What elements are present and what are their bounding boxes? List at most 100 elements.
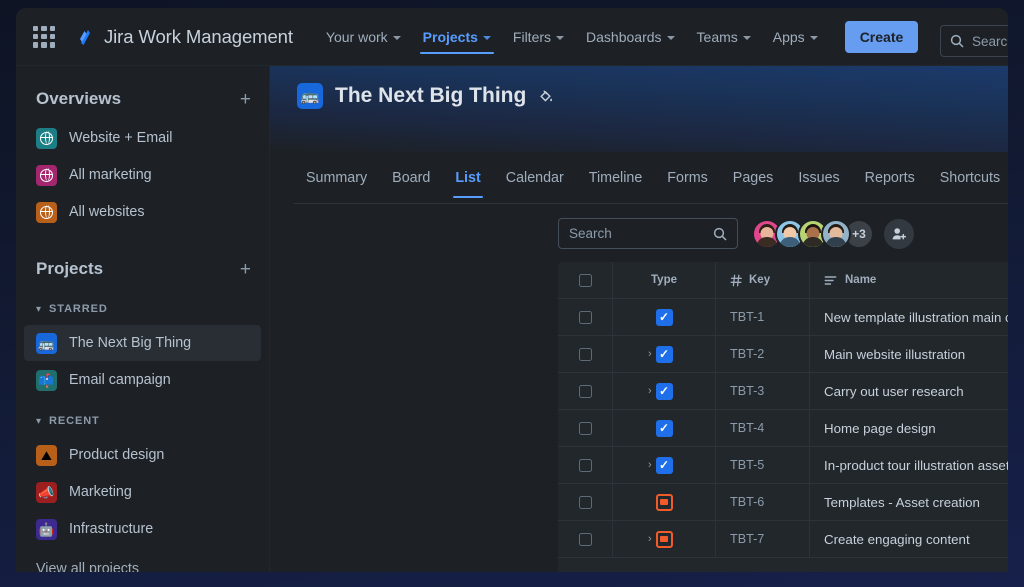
create-issue-row[interactable]: + Create xyxy=(558,558,1008,572)
plus-icon: + xyxy=(576,569,586,573)
column-header-name[interactable]: Name xyxy=(810,262,1008,298)
add-person-icon[interactable] xyxy=(884,219,914,249)
select-all-cell xyxy=(558,262,613,298)
overviews-title: Overviews xyxy=(36,89,121,109)
create-button[interactable]: Create xyxy=(845,21,919,53)
school-bus-icon: 🚌 xyxy=(297,83,323,109)
sidebar-item-email-campaign[interactable]: 📫 Email campaign xyxy=(24,362,261,398)
expand-chevron-icon[interactable]: › xyxy=(648,385,652,397)
sidebar-item-website-email[interactable]: Website + Email xyxy=(24,120,261,156)
table-row[interactable]: › TBT-7 Create engaging content TO DO xyxy=(558,521,1008,558)
row-select-cell xyxy=(558,336,613,372)
tab-board[interactable]: Board xyxy=(380,170,442,198)
bug-type-icon xyxy=(656,531,673,548)
tab-summary[interactable]: Summary xyxy=(294,170,379,198)
row-key-cell: TBT-7 xyxy=(716,521,810,557)
app-window: Jira Work Management Your work Projects … xyxy=(16,8,1008,572)
row-checkbox[interactable] xyxy=(579,385,592,398)
row-key-cell: TBT-1 xyxy=(716,299,810,335)
chevron-down-icon xyxy=(483,36,491,40)
table-row[interactable]: › TBT-3 Carry out user research TO DO xyxy=(558,373,1008,410)
search-icon xyxy=(950,34,964,48)
sidebar-item-all-marketing[interactable]: All marketing xyxy=(24,157,261,193)
expand-chevron-icon[interactable]: › xyxy=(648,348,652,360)
desktop-background: Jira Work Management Your work Projects … xyxy=(0,0,1024,587)
row-name-cell: New template illustration main cover pho… xyxy=(810,299,1008,335)
row-checkbox[interactable] xyxy=(579,496,592,509)
app-switcher-grid-icon[interactable] xyxy=(33,26,55,48)
top-navigation-bar: Jira Work Management Your work Projects … xyxy=(16,8,1008,66)
sidebar-item-marketing[interactable]: 📣 Marketing xyxy=(24,474,261,510)
row-name-cell: Main website illustration xyxy=(810,336,1008,372)
brand-home-link[interactable]: Jira Work Management xyxy=(75,26,293,48)
table-row[interactable]: › TBT-5 In-product tour illustration ass… xyxy=(558,447,1008,484)
expand-chevron-icon[interactable]: › xyxy=(648,459,652,471)
group-header-recent[interactable]: ▾ RECENT xyxy=(16,406,269,436)
row-key-cell: TBT-2 xyxy=(716,336,810,372)
row-checkbox[interactable] xyxy=(579,311,592,324)
row-name-cell: Carry out user research xyxy=(810,373,1008,409)
nav-apps[interactable]: Apps xyxy=(762,8,829,66)
paint-bucket-icon[interactable] xyxy=(538,88,554,104)
add-project-plus-icon[interactable]: + xyxy=(240,260,251,279)
chevron-down-icon xyxy=(667,36,675,40)
row-checkbox[interactable] xyxy=(579,533,592,546)
nav-projects[interactable]: Projects xyxy=(412,8,502,66)
row-type-cell xyxy=(613,299,716,335)
row-name-cell: Templates - Asset creation xyxy=(810,484,1008,520)
sidebar-item-product-design[interactable]: ⛰ Product design xyxy=(24,437,261,473)
sidebar-item-infrastructure[interactable]: 🤖 Infrastructure xyxy=(24,511,261,547)
tab-pages[interactable]: Pages xyxy=(721,170,786,198)
view-all-projects-link[interactable]: View all projects xyxy=(16,561,269,572)
tab-timeline[interactable]: Timeline xyxy=(577,170,655,198)
table-row[interactable]: TBT-4 Home page design TO DO xyxy=(558,410,1008,447)
global-search-input[interactable]: Search xyxy=(940,25,1008,57)
row-checkbox[interactable] xyxy=(579,422,592,435)
tab-issues[interactable]: Issues xyxy=(786,170,851,198)
search-input[interactable]: Search xyxy=(558,218,738,249)
overviews-section-header: Overviews + xyxy=(16,82,269,116)
task-type-icon xyxy=(656,457,673,474)
task-type-icon xyxy=(656,346,673,363)
row-key-cell: TBT-4 xyxy=(716,410,810,446)
project-banner xyxy=(270,66,1008,152)
project-content-area: 🚌 The Next Big Thing Summary Board List … xyxy=(270,66,1008,572)
nav-filters[interactable]: Filters xyxy=(502,8,575,66)
row-key-cell: TBT-6 xyxy=(716,484,810,520)
row-name-cell: In-product tour illustration assets xyxy=(810,447,1008,483)
column-header-type[interactable]: Type xyxy=(613,262,716,298)
expand-chevron-icon[interactable]: › xyxy=(648,533,652,545)
group-header-starred[interactable]: ▾ STARRED xyxy=(16,294,269,324)
tab-calendar[interactable]: Calendar xyxy=(494,170,576,198)
sidebar-item-all-websites[interactable]: All websites xyxy=(24,194,261,230)
chevron-down-icon xyxy=(810,36,818,40)
tab-forms[interactable]: Forms xyxy=(655,170,720,198)
nav-dashboards[interactable]: Dashboards xyxy=(575,8,686,66)
globe-icon xyxy=(36,202,57,223)
nav-teams[interactable]: Teams xyxy=(686,8,762,66)
megaphone-icon: 📣 xyxy=(36,482,57,503)
projects-section-header: Projects + xyxy=(16,252,269,286)
table-row[interactable]: TBT-6 Templates - Asset creation TO DO xyxy=(558,484,1008,521)
select-all-checkbox[interactable] xyxy=(579,274,592,287)
tab-reports[interactable]: Reports xyxy=(853,170,927,198)
sidebar-item-the-next-big-thing[interactable]: 🚌 The Next Big Thing xyxy=(24,325,261,361)
nav-your-work[interactable]: Your work xyxy=(315,8,412,66)
chevron-down-icon: ▾ xyxy=(36,304,41,315)
text-lines-icon xyxy=(824,274,837,287)
mountain-icon: ⛰ xyxy=(36,445,57,466)
school-bus-icon: 🚌 xyxy=(36,333,57,354)
row-name-cell: Home page design xyxy=(810,410,1008,446)
row-checkbox[interactable] xyxy=(579,459,592,472)
row-select-cell xyxy=(558,521,613,557)
avatar[interactable] xyxy=(821,219,851,249)
tab-list[interactable]: List xyxy=(443,170,492,198)
projects-title: Projects xyxy=(36,259,103,279)
column-header-key[interactable]: Key xyxy=(716,262,810,298)
tab-shortcuts[interactable]: Shortcuts ▾ xyxy=(928,170,1008,198)
table-row[interactable]: TBT-1 New template illustration main cov… xyxy=(558,299,1008,336)
table-row[interactable]: › TBT-2 Main website illustration TO DO xyxy=(558,336,1008,373)
add-overview-plus-icon[interactable]: + xyxy=(240,90,251,109)
chevron-down-icon: ▾ xyxy=(36,416,41,427)
row-checkbox[interactable] xyxy=(579,348,592,361)
